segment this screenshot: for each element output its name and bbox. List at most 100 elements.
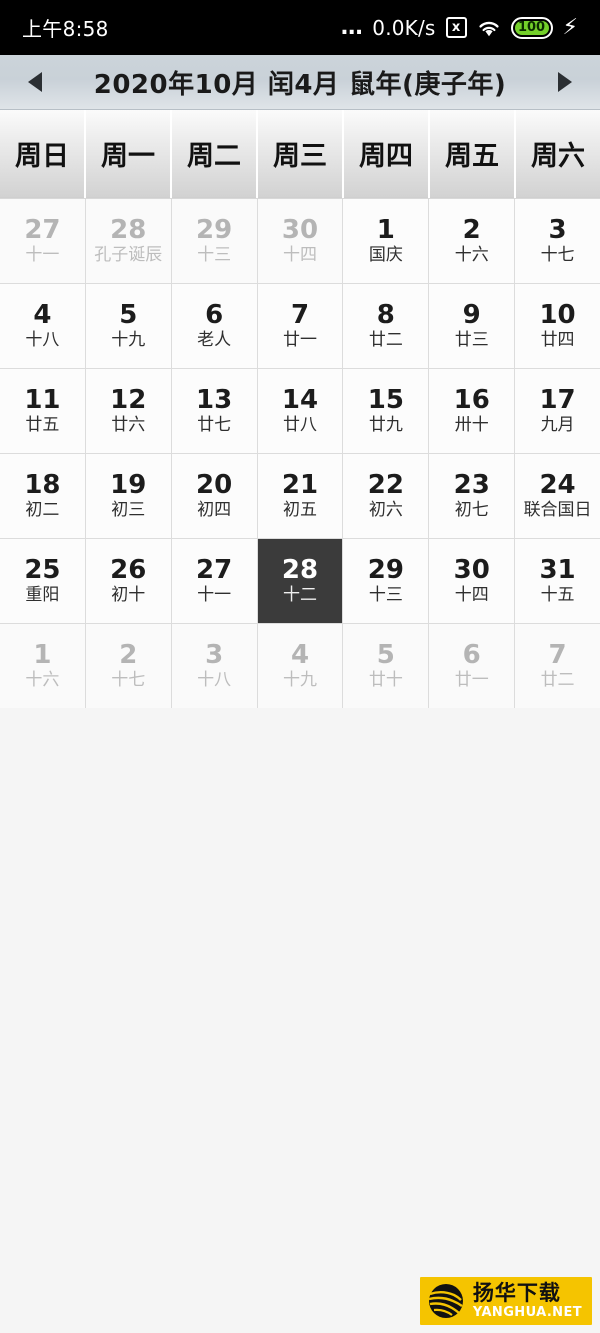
app-screen: 上午8:58 ... 0.0K/s x 100 ⚡ 2020年10月 闰4月 鼠… (0, 0, 600, 1333)
calendar-day-cell[interactable]: 1 国庆 (343, 199, 429, 283)
weekday-label: 周日 (15, 141, 69, 172)
calendar-day-cell[interactable]: 8 廿二 (343, 284, 429, 368)
calendar-day-cell[interactable]: 2 十七 (85, 624, 171, 708)
calendar-day-cell[interactable]: 7 廿一 (257, 284, 343, 368)
day-lunar-label: 廿五 (25, 415, 60, 436)
day-number: 17 (539, 384, 576, 415)
calendar-day-cell[interactable]: 19 初三 (85, 454, 171, 538)
day-lunar-label: 十八 (25, 330, 60, 351)
watermark-en-label: YANGHUA.NET (472, 1305, 582, 1320)
day-lunar-label: 十三 (368, 585, 403, 606)
calendar-day-cell[interactable]: 22 初六 (343, 454, 429, 538)
day-number: 28 (110, 214, 147, 245)
calendar-day-cell[interactable]: 27 十一 (0, 199, 85, 283)
calendar-day-cell[interactable]: 6 老人 (171, 284, 257, 368)
day-lunar-label: 十一 (25, 245, 60, 266)
day-number: 29 (367, 554, 404, 585)
day-number: 13 (196, 384, 233, 415)
calendar-grid: 27 十一 28 孔子诞辰 29 十三 30 十四 1 国庆 2 十六 3 十七 4 十八 5 十九 6 老人 7 廿一 8… (0, 198, 600, 708)
calendar-day-cell[interactable]: 4 十八 (0, 284, 85, 368)
day-number: 7 (548, 639, 567, 670)
day-lunar-label: 联合国日 (523, 500, 592, 521)
calendar-day-cell[interactable]: 4 十九 (257, 624, 343, 708)
calendar-day-cell[interactable]: 24 联合国日 (515, 454, 600, 538)
day-number: 27 (24, 214, 61, 245)
charging-bolt-icon: ⚡ (562, 14, 578, 40)
calendar-day-cell[interactable]: 30 十四 (429, 539, 515, 623)
day-number: 22 (367, 469, 404, 500)
battery-icon: 100 (510, 16, 553, 39)
day-lunar-label: 初三 (111, 500, 146, 521)
day-lunar-label: 廿四 (540, 330, 575, 351)
calendar-day-cell[interactable]: 21 初五 (257, 454, 343, 538)
day-number: 3 (205, 639, 224, 670)
weekday-header-cell: 周一 (86, 110, 170, 198)
calendar-day-cell[interactable]: 23 初七 (429, 454, 515, 538)
weekday-header-cell: 周五 (430, 110, 514, 198)
day-number: 1 (33, 639, 52, 670)
day-lunar-label: 十一 (197, 585, 232, 606)
calendar-day-cell[interactable]: 6 廿一 (429, 624, 515, 708)
calendar-day-cell[interactable]: 9 廿三 (429, 284, 515, 368)
chevron-left-icon (28, 72, 42, 92)
day-number: 20 (196, 469, 233, 500)
day-lunar-label: 初二 (25, 500, 60, 521)
calendar-day-cell[interactable]: 5 十九 (85, 284, 171, 368)
calendar-day-cell[interactable]: 3 十七 (515, 199, 600, 283)
day-lunar-label: 廿九 (368, 415, 403, 436)
day-number: 4 (290, 639, 310, 670)
day-lunar-label: 廿二 (368, 330, 403, 351)
calendar-day-cell-selected[interactable]: 28 十二 (257, 539, 343, 623)
calendar-day-cell[interactable]: 1 十六 (0, 624, 85, 708)
day-number: 30 (453, 554, 490, 585)
prev-month-button[interactable] (0, 55, 70, 110)
calendar-day-cell[interactable]: 14 廿八 (257, 369, 343, 453)
day-lunar-label: 十九 (282, 670, 317, 691)
calendar-day-cell[interactable]: 13 廿七 (171, 369, 257, 453)
calendar-day-cell[interactable]: 7 廿二 (515, 624, 600, 708)
weekday-label: 周一 (101, 141, 155, 172)
calendar-day-cell[interactable]: 18 初二 (0, 454, 85, 538)
weekday-header-cell: 周四 (344, 110, 428, 198)
next-month-button[interactable] (530, 55, 600, 110)
day-number: 7 (290, 299, 310, 330)
day-number: 5 (376, 639, 395, 670)
status-dots-icon: ... (340, 14, 363, 40)
day-lunar-label: 十六 (25, 670, 60, 691)
calendar-day-cell[interactable]: 29 十三 (171, 199, 257, 283)
day-lunar-label: 十七 (540, 245, 575, 266)
day-lunar-label: 十四 (454, 585, 489, 606)
weekday-label: 周六 (531, 141, 585, 172)
day-lunar-label: 廿二 (540, 670, 575, 691)
day-number: 5 (119, 299, 138, 330)
day-lunar-label: 孔子诞辰 (94, 245, 163, 266)
calendar-day-cell[interactable]: 27 十一 (171, 539, 257, 623)
month-title-bar: 2020年10月 闰4月 鼠年(庚子年) (0, 55, 600, 110)
day-number: 8 (376, 299, 395, 330)
calendar-day-cell[interactable]: 30 十四 (257, 199, 343, 283)
calendar-day-cell[interactable]: 28 孔子诞辰 (85, 199, 171, 283)
calendar-day-cell[interactable]: 31 十五 (515, 539, 600, 623)
calendar-day-cell[interactable]: 10 廿四 (515, 284, 600, 368)
calendar-day-cell[interactable]: 12 廿六 (85, 369, 171, 453)
day-number: 27 (196, 554, 233, 585)
calendar-day-cell[interactable]: 15 廿九 (343, 369, 429, 453)
calendar-day-cell[interactable]: 25 重阳 (0, 539, 85, 623)
calendar-day-cell[interactable]: 17 九月 (515, 369, 600, 453)
day-number: 3 (548, 214, 567, 245)
status-icons: ... 0.0K/s x 100 ⚡ (340, 16, 578, 40)
calendar-day-cell[interactable]: 5 廿十 (343, 624, 429, 708)
day-number: 14 (281, 384, 319, 415)
calendar-day-cell[interactable]: 29 十三 (343, 539, 429, 623)
calendar-day-cell[interactable]: 16 卅十 (429, 369, 515, 453)
weekday-label: 周五 (445, 141, 499, 172)
weekday-header-cell: 周三 (258, 110, 342, 198)
calendar-day-cell[interactable]: 20 初四 (171, 454, 257, 538)
day-lunar-label: 重阳 (25, 585, 60, 606)
day-lunar-label: 廿三 (454, 330, 489, 351)
status-bar: 上午8:58 ... 0.0K/s x 100 ⚡ (0, 0, 600, 55)
calendar-day-cell[interactable]: 3 十八 (171, 624, 257, 708)
calendar-day-cell[interactable]: 11 廿五 (0, 369, 85, 453)
calendar-day-cell[interactable]: 2 十六 (429, 199, 515, 283)
calendar-day-cell[interactable]: 26 初十 (85, 539, 171, 623)
